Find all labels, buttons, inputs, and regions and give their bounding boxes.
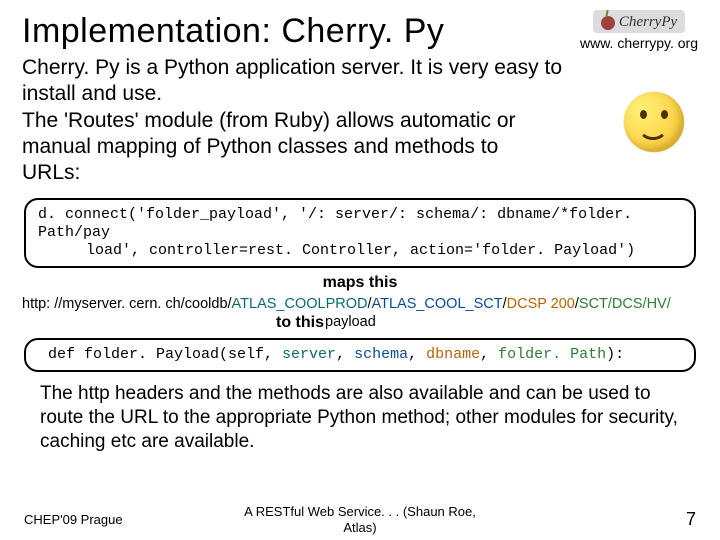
url-payload-fragment: payload <box>325 314 376 330</box>
url-folderpath: SCT/DCS/HV/ <box>579 296 671 312</box>
cherrypy-logo-block: CherryPy www. cherrypy. org <box>580 10 698 51</box>
slide-footer: CHEP'09 Prague A RESTful Web Service. . … <box>0 509 720 530</box>
sig-tail: ): <box>606 346 624 363</box>
to-this-label: to this <box>276 314 324 332</box>
sig-arg-server: server <box>282 346 336 363</box>
intro-line-1: Cherry. Py is a Python application serve… <box>22 56 562 105</box>
maps-this-label: maps this <box>22 274 698 292</box>
example-url: http: //myserver. cern. ch/cooldb/ATLAS_… <box>22 296 698 312</box>
url-schema: ATLAS_COOL_SCT <box>372 296 503 312</box>
code-connect-line-1: d. connect('folder_payload', '/: server/… <box>38 206 632 241</box>
cherrypy-url: www. cherrypy. org <box>580 35 698 51</box>
cherrypy-logo-text: CherryPy <box>619 14 677 31</box>
footer-page-number: 7 <box>686 509 696 530</box>
cherry-icon <box>601 16 615 30</box>
url-prefix: http: //myserver. cern. ch/cooldb/ <box>22 296 232 312</box>
cherrypy-logo-badge: CherryPy <box>593 10 685 33</box>
intro-line-2: The 'Routes' module (from Ruby) allows a… <box>22 109 516 185</box>
intro-paragraph: Cherry. Py is a Python application serve… <box>22 55 562 186</box>
footer-center: A RESTful Web Service. . . (Shaun Roe, A… <box>244 504 476 535</box>
slide: Implementation: Cherry. Py CherryPy www.… <box>0 0 720 540</box>
to-this-row: to this payload <box>22 314 698 334</box>
code-connect-box: d. connect('folder_payload', '/: server/… <box>24 198 696 268</box>
smiley-icon <box>624 92 686 154</box>
code-connect-line-2: load', controller=rest. Controller, acti… <box>38 242 682 260</box>
url-server: ATLAS_COOLPROD <box>232 296 368 312</box>
sig-arg-schema: schema <box>354 346 408 363</box>
code-signature-box: def folder. Payload(self, server, schema… <box>24 338 696 372</box>
sig-arg-dbname: dbname <box>426 346 480 363</box>
sig-def: def folder. Payload(self, <box>48 346 282 363</box>
footer-left: CHEP'09 Prague <box>24 512 123 527</box>
sig-arg-folderpath: folder. Path <box>498 346 606 363</box>
url-dbname: DCSP 200 <box>507 296 575 312</box>
closing-paragraph: The http headers and the methods are als… <box>40 382 690 453</box>
